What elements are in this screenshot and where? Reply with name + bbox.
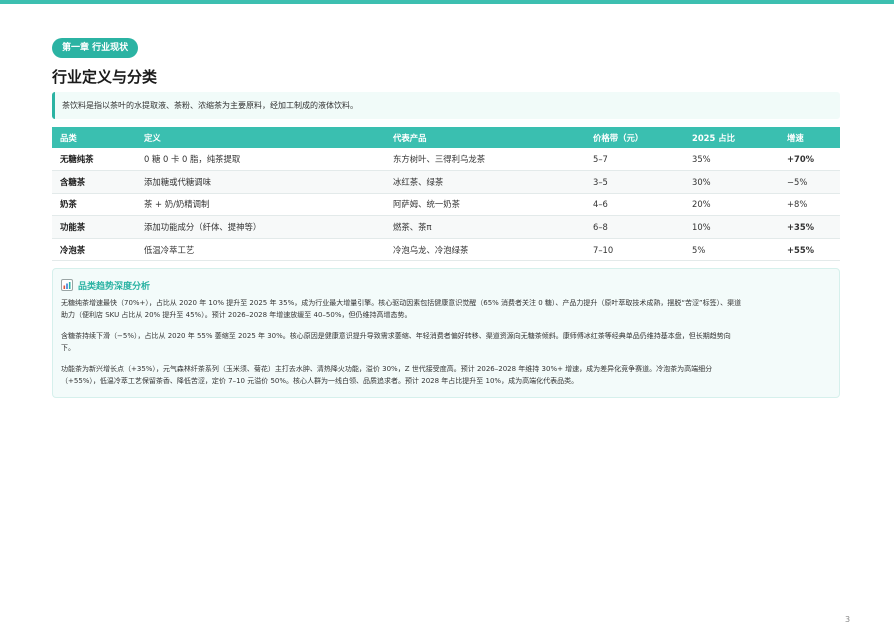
cell-share: 10% [684,215,779,239]
table-header-row: 品类 定义 代表产品 价格带（元） 2025 占比 增速 [52,127,840,148]
cell-price: 4–6 [585,193,684,217]
cell-growth: −5% [779,170,840,194]
cell-growth: +55% [779,238,840,262]
analysis-heading: 品类趋势深度分析 [61,278,831,292]
page-title: 行业定义与分类 [52,68,158,86]
cell-share: 30% [684,170,779,194]
cell-share: 20% [684,193,779,217]
paragraph-line: 功能茶为新兴增长点（+35%），元气森林纤茶系列（玉米须、菊花）主打去水肿、清热… [61,365,713,373]
top-accent-bar [0,0,894,4]
cell-products: 东方树叶、三得利乌龙茶 [385,148,585,172]
cell-products: 冰红茶、绿茶 [385,170,585,194]
cell-category: 功能茶 [52,215,136,239]
analysis-paragraph: 含糖茶持续下滑（−5%），占比从 2020 年 55% 萎缩至 2025 年 3… [61,330,831,354]
table-row: 功能茶 添加功能成分（纤体、提神等） 燃茶、茶π 6–8 10% +35% [52,215,840,239]
cell-growth: +35% [779,215,840,239]
page-number: 3 [845,615,851,624]
cell-definition: 添加糖或代糖调味 [136,170,385,194]
cell-category: 无糖纯茶 [52,148,136,172]
cell-category: 奶茶 [52,193,136,217]
column-header-definition: 定义 [136,127,385,148]
cell-category: 含糖茶 [52,170,136,194]
table-row: 奶茶 茶 + 奶/奶精调制 阿萨姆、统一奶茶 4–6 20% +8% [52,193,840,217]
cell-price: 6–8 [585,215,684,239]
table-row: 无糖纯茶 0 糖 0 卡 0 脂，纯茶提取 东方树叶、三得利乌龙茶 5–7 35… [52,148,840,172]
definition-callout: 茶饮料是指以茶叶的水提取液、茶粉、浓缩茶为主要原料，经加工制成的液体饮料。 [52,92,840,119]
cell-definition: 茶 + 奶/奶精调制 [136,193,385,217]
chapter-badge: 第一章 行业现状 [52,38,139,58]
paragraph-line: （+55%），低温冷萃工艺保留茶香、降低苦涩，定价 7–10 元溢价 50%。核… [61,377,579,385]
paragraph-line: 助力（便利店 SKU 占比从 20% 提升至 45%）。预计 2026–2028… [61,311,412,319]
column-header-share: 2025 占比 [684,127,779,148]
column-header-products: 代表产品 [385,127,585,148]
analysis-paragraph: 功能茶为新兴增长点（+35%），元气森林纤茶系列（玉米须、菊花）主打去水肿、清热… [61,363,831,387]
cell-share: 35% [684,148,779,172]
cell-price: 5–7 [585,148,684,172]
paragraph-line: 含糖茶持续下滑（−5%），占比从 2020 年 55% 萎缩至 2025 年 3… [61,332,731,340]
column-header-growth: 增速 [779,127,840,148]
cell-definition: 添加功能成分（纤体、提神等） [136,215,385,239]
cell-price: 3–5 [585,170,684,194]
cell-products: 冷泡乌龙、冷泡绿茶 [385,238,585,262]
column-header-price: 价格带（元） [585,127,684,148]
cell-growth: +70% [779,148,840,172]
cell-products: 燃茶、茶π [385,215,585,239]
cell-products: 阿萨姆、统一奶茶 [385,193,585,217]
column-header-category: 品类 [52,127,136,148]
cell-share: 5% [684,238,779,262]
cell-definition: 0 糖 0 卡 0 脂，纯茶提取 [136,148,385,172]
paragraph-line: 无糖纯茶增速最快（70%+），占比从 2020 年 10% 提升至 2025 年… [61,299,742,307]
category-table: 品类 定义 代表产品 价格带（元） 2025 占比 增速 无糖纯茶 0 糖 0 … [52,127,840,262]
cell-definition: 低温冷萃工艺 [136,238,385,262]
cell-price: 7–10 [585,238,684,262]
cell-category: 冷泡茶 [52,238,136,262]
analysis-paragraph: 无糖纯茶增速最快（70%+），占比从 2020 年 10% 提升至 2025 年… [61,297,831,321]
cell-growth: +8% [779,193,840,217]
analysis-title: 品类趋势深度分析 [78,281,151,292]
chart-icon [61,279,73,291]
table-row: 冷泡茶 低温冷萃工艺 冷泡乌龙、冷泡绿茶 7–10 5% +55% [52,238,840,262]
analysis-card: 品类趋势深度分析 无糖纯茶增速最快（70%+），占比从 2020 年 10% 提… [52,268,840,398]
paragraph-line: 下。 [61,344,75,352]
table-row: 含糖茶 添加糖或代糖调味 冰红茶、绿茶 3–5 30% −5% [52,170,840,194]
